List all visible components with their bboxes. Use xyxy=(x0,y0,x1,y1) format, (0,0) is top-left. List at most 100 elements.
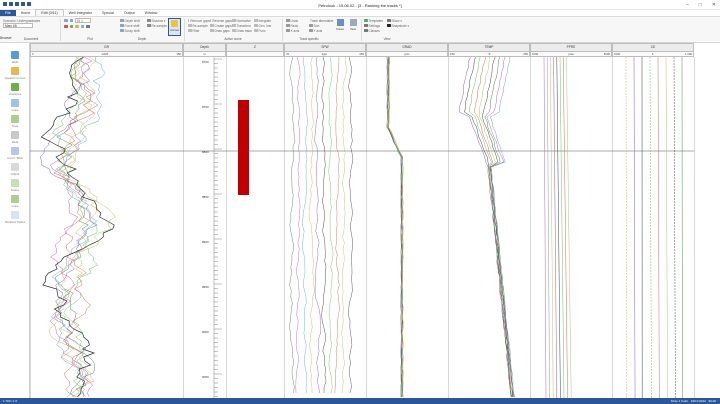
title-bar: Petrolook - 15.06.02 - [3 - Ranking the … xyxy=(0,0,720,10)
spw-curve xyxy=(289,56,296,394)
yellow-marker-icon[interactable] xyxy=(75,24,79,29)
window-controls: – □ ✕ xyxy=(686,2,716,8)
linestyles-icon xyxy=(11,83,19,91)
zoom-in-icon[interactable] xyxy=(64,18,68,23)
tab-special[interactable]: Special xyxy=(97,10,119,16)
spw-curve xyxy=(308,56,315,394)
ce-curve xyxy=(633,56,636,399)
func-button[interactable]: Func xyxy=(254,28,276,33)
gr-curve xyxy=(40,56,115,398)
status-right: Xtras 1 Color · 100 0.0012 · 96.00 xyxy=(670,399,716,403)
draw-gaps-button[interactable]: Draw gaps xyxy=(210,28,232,33)
green-marker-icon[interactable] xyxy=(69,24,73,29)
log-curves-canvas[interactable] xyxy=(30,56,720,399)
sidebar-item-lines-2[interactable]: Lines xyxy=(2,195,28,209)
view-button[interactable]: View xyxy=(347,18,359,36)
classes-button[interactable]: Classes xyxy=(364,28,387,33)
scenario-label: Scenario: Undergraduates xyxy=(3,18,41,23)
group-label-depth: Depth xyxy=(137,37,147,41)
ribbon-group-plot: Dt 1 xyxy=(64,18,116,37)
ppre-curve xyxy=(559,56,565,399)
grid-icon[interactable] xyxy=(86,24,90,29)
track-header-gr[interactable]: GR xyxy=(30,43,183,52)
grad-curve xyxy=(387,56,404,398)
gr-curve xyxy=(55,56,96,398)
zoom-dropdown[interactable]: Dt 1 xyxy=(75,18,91,23)
ribbon-separator xyxy=(60,19,61,41)
draw-trace-button[interactable]: Draw trace xyxy=(232,28,254,33)
tab-home[interactable]: Home xyxy=(16,10,36,16)
x-axis-button[interactable]: X axis xyxy=(286,28,309,33)
sidebar-item-output[interactable]: Output xyxy=(2,163,28,177)
ce-curve xyxy=(673,56,676,399)
colour-icon xyxy=(336,19,344,26)
track-header-ce[interactable]: CE xyxy=(612,43,694,52)
curves-icon xyxy=(11,67,19,75)
cyan-marker-icon[interactable] xyxy=(80,24,84,29)
ribbon-group-document: Scenario: Undergraduates Main 4B xyxy=(3,18,59,37)
ce-curve xyxy=(625,56,627,399)
maximize-button[interactable]: □ xyxy=(699,2,702,8)
sidebar-item-workflow-tables[interactable]: Workflow Tables xyxy=(2,211,28,225)
sidebar-item-wells[interactable]: Wells xyxy=(2,51,28,65)
group-label-active-curve: Active curve xyxy=(224,37,242,41)
track-header-ppre[interactable]: PPRE xyxy=(530,43,612,52)
gr-curve xyxy=(50,56,106,398)
grad-curve xyxy=(386,56,402,398)
scenario-dropdown[interactable]: Main 4B xyxy=(3,23,33,28)
depth-label: 8950 xyxy=(202,285,209,289)
curves-button[interactable]: Curves xyxy=(168,18,181,36)
sidebar-item-scales[interactable]: Scales xyxy=(2,179,28,193)
group-label-plot: Plot xyxy=(87,37,93,41)
ribbon-group-depth-2: Shadow ▾ Re-sample xyxy=(147,18,169,37)
ppre-curve xyxy=(556,56,561,399)
table-icon xyxy=(11,147,19,155)
spw-curve xyxy=(341,56,347,394)
filter-button[interactable]: Filter xyxy=(188,28,210,33)
track-header-grad[interactable]: GRAD xyxy=(366,43,448,52)
tab-file[interactable]: File xyxy=(0,10,16,16)
sidebar-item-lines[interactable]: Lines xyxy=(2,99,28,113)
output-icon xyxy=(11,163,19,171)
curves-icon xyxy=(171,20,178,27)
sidebar-item-linestyles[interactable]: Linestyles xyxy=(2,83,28,97)
tab-output[interactable]: Output xyxy=(119,10,140,16)
ce-curve xyxy=(649,56,652,399)
temp-curve xyxy=(490,56,515,398)
log-view: GR 0 GAPI 150 Depth m Z SPW 70 kgw 250 GRAD … xyxy=(30,43,720,399)
temp-curve xyxy=(459,56,512,398)
snapshots-dropdown[interactable]: Snapshots ▾ xyxy=(387,23,410,28)
sidebar-item-pads[interactable]: Pads xyxy=(2,131,28,145)
depth-label: 8800 xyxy=(202,150,209,154)
tab-edit[interactable]: Edit (3/11) xyxy=(35,9,64,16)
tab-well-integrator[interactable]: Well Integrator xyxy=(64,10,97,16)
resample-button[interactable]: Re-sample xyxy=(147,23,169,28)
ppre-curve xyxy=(546,56,550,399)
colour-button[interactable]: Colour xyxy=(334,18,346,36)
y-axis-button[interactable]: Y axis xyxy=(309,28,332,33)
track-header-z[interactable]: Z xyxy=(226,43,284,52)
sidebar-item-question-curves[interactable]: Question Curves xyxy=(2,67,28,81)
spw-curve xyxy=(328,56,334,394)
sidebar-item-correl-table[interactable]: Correl. Table xyxy=(2,147,28,161)
spw-curve xyxy=(321,56,327,394)
track-header-spw[interactable]: SPW xyxy=(284,43,366,52)
ribbon-separator xyxy=(282,19,283,41)
spw-curve xyxy=(314,56,322,394)
track-header-temp[interactable]: TEMP xyxy=(448,43,530,52)
wells-icon xyxy=(11,51,19,59)
ribbon-separator xyxy=(184,19,185,41)
track-header-depth[interactable]: Depth xyxy=(183,43,226,52)
ribbon-separator xyxy=(361,19,362,41)
group-label-view: View xyxy=(383,37,391,41)
menu-bar: File Home Edit (3/11) Well Integrator Sp… xyxy=(0,9,720,17)
zoom-out-icon[interactable] xyxy=(69,18,73,23)
red-marker-icon[interactable] xyxy=(64,24,68,29)
minimize-button[interactable]: – xyxy=(686,2,689,8)
sidebar: Wells Question Curves Linestyles Lines T… xyxy=(0,43,30,398)
close-button[interactable]: ✕ xyxy=(712,2,716,8)
tab-window[interactable]: Window xyxy=(140,10,163,16)
lines-icon xyxy=(11,99,19,107)
sidebar-item-tools[interactable]: Tools xyxy=(2,115,28,129)
gr-curve xyxy=(49,56,99,398)
